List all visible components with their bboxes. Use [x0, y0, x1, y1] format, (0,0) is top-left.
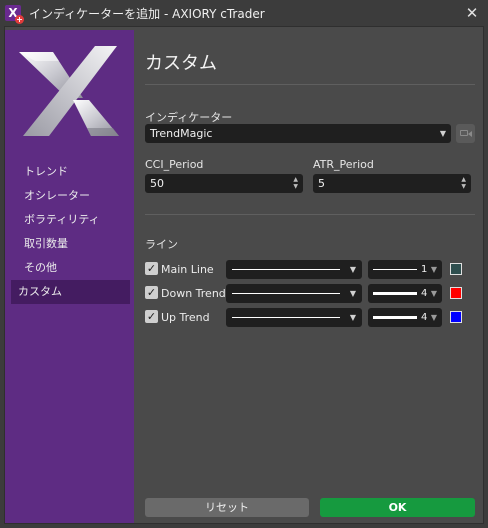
- line-label: Up Trend: [161, 311, 210, 324]
- cci-period-value: 50: [150, 177, 164, 190]
- video-button[interactable]: [456, 124, 475, 143]
- chevron-down-icon: ▼: [349, 289, 356, 298]
- chevron-down-icon: ▼: [430, 265, 437, 274]
- indicator-select[interactable]: TrendMagic ▼: [145, 124, 451, 143]
- line-row-up: ✓ Up Trend ▼ 4 ▼: [145, 308, 475, 327]
- line-row-main: ✓ Main Line ▼ 1 ▼: [145, 260, 475, 279]
- spinner-icon[interactable]: ▲ ▼: [461, 176, 466, 190]
- divider: [145, 214, 475, 215]
- line-color-swatch[interactable]: [450, 263, 462, 275]
- sidebar-item-other[interactable]: その他: [11, 256, 130, 280]
- lines-label: ライン: [145, 238, 178, 251]
- sidebar: トレンド オシレーター ボラティリティ 取引数量 その他 カスタム: [5, 30, 134, 523]
- line-width-preview: [373, 269, 417, 270]
- reset-button[interactable]: リセット: [145, 498, 309, 517]
- line-width-preview: [373, 316, 417, 319]
- chevron-down-icon: ▼: [439, 129, 446, 138]
- line-color-swatch[interactable]: [450, 311, 462, 323]
- settings-panel: カスタム インディケーター TrendMagic ▼ CCI_Period 50…: [145, 30, 475, 520]
- line-style-preview: [232, 269, 340, 270]
- ok-button[interactable]: OK: [320, 498, 475, 517]
- chevron-down-icon: ▼: [349, 313, 356, 322]
- page-title: カスタム: [145, 53, 217, 74]
- divider: [145, 84, 475, 85]
- indicator-label: インディケーター: [145, 111, 233, 124]
- indicator-select-value: TrendMagic: [150, 127, 213, 140]
- line-width-select[interactable]: 4 ▼: [368, 308, 442, 327]
- close-icon[interactable]: ✕: [462, 4, 482, 22]
- chevron-down-icon: ▼: [430, 289, 437, 298]
- line-style-select[interactable]: ▼: [226, 284, 362, 303]
- cci-period-input[interactable]: 50 ▲ ▼: [145, 174, 303, 193]
- atr-period-value: 5: [318, 177, 325, 190]
- spinner-icon[interactable]: ▲ ▼: [293, 176, 298, 190]
- sidebar-nav: トレンド オシレーター ボラティリティ 取引数量 その他 カスタム: [5, 160, 134, 304]
- line-label: Down Trend: [161, 287, 226, 300]
- line-width-preview: [373, 292, 417, 295]
- line-width-select[interactable]: 4 ▼: [368, 284, 442, 303]
- sidebar-item-oscillator[interactable]: オシレーター: [11, 184, 130, 208]
- title-bar: X + インディケーターを追加 - AXIORY cTrader ✕: [0, 0, 488, 26]
- line-width-value: 4: [421, 288, 428, 299]
- line-style-preview: [232, 293, 340, 294]
- camera-icon: [460, 130, 472, 137]
- up-trend-checkbox[interactable]: ✓: [145, 310, 158, 323]
- sidebar-item-volatility[interactable]: ボラティリティ: [11, 208, 130, 232]
- line-style-select[interactable]: ▼: [226, 308, 362, 327]
- line-style-select[interactable]: ▼: [226, 260, 362, 279]
- window-title: インディケーターを追加 - AXIORY cTrader: [29, 6, 265, 21]
- line-width-value: 1: [421, 264, 428, 275]
- line-color-swatch[interactable]: [450, 287, 462, 299]
- line-row-down: ✓ Down Trend ▼ 4 ▼: [145, 284, 475, 303]
- sidebar-item-volume[interactable]: 取引数量: [11, 232, 130, 256]
- sidebar-item-trend[interactable]: トレンド: [11, 160, 130, 184]
- line-style-preview: [232, 317, 340, 318]
- atr-period-input[interactable]: 5 ▲ ▼: [313, 174, 471, 193]
- chevron-down-icon: ▼: [349, 265, 356, 274]
- down-trend-checkbox[interactable]: ✓: [145, 286, 158, 299]
- line-width-value: 4: [421, 312, 428, 323]
- param-label: ATR_Period: [313, 158, 374, 171]
- main-line-checkbox[interactable]: ✓: [145, 262, 158, 275]
- app-icon: X +: [5, 5, 24, 24]
- line-width-select[interactable]: 1 ▼: [368, 260, 442, 279]
- param-label: CCI_Period: [145, 158, 204, 171]
- sidebar-item-custom[interactable]: カスタム: [11, 280, 130, 304]
- axiory-logo: [13, 38, 126, 144]
- line-label: Main Line: [161, 263, 214, 276]
- chevron-down-icon: ▼: [430, 313, 437, 322]
